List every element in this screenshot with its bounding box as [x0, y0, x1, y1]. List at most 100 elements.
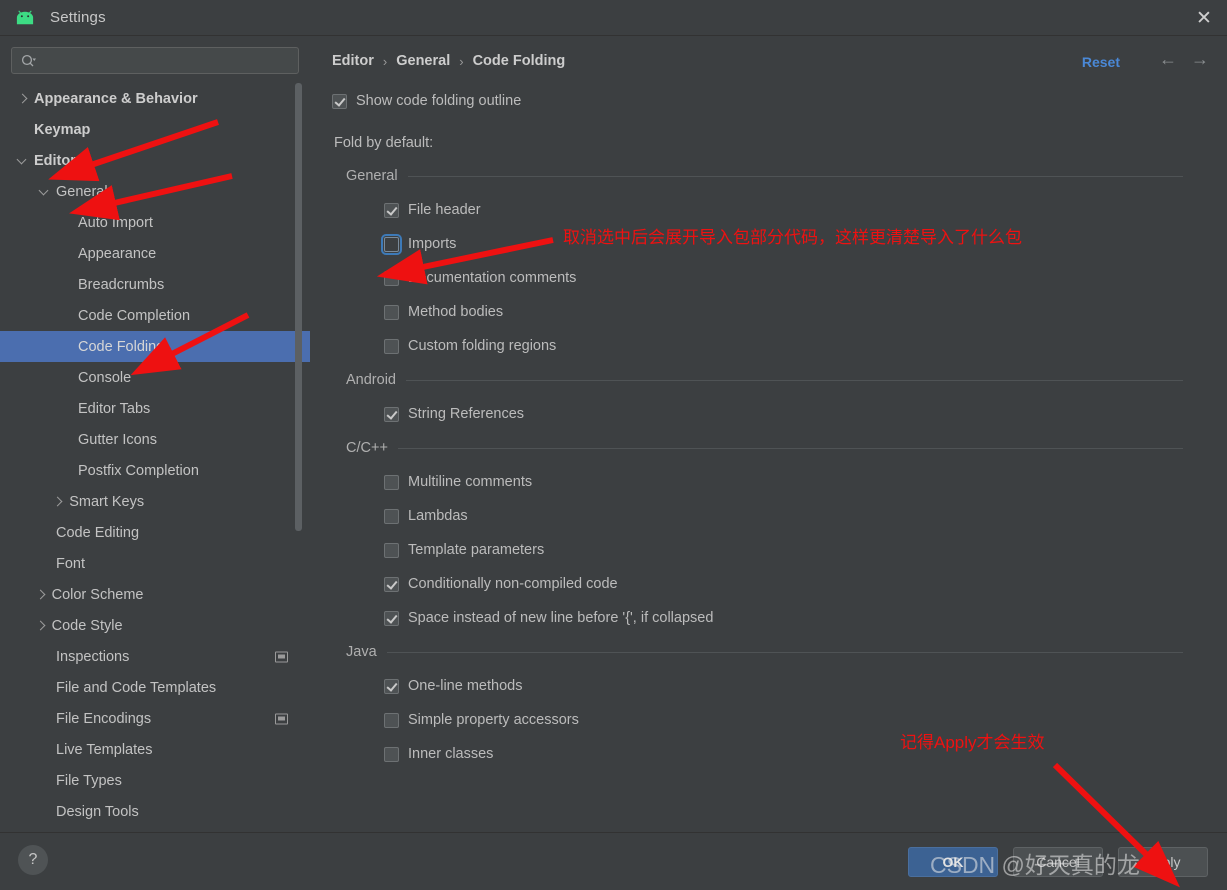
checkbox[interactable]	[384, 474, 399, 490]
group-divider	[407, 175, 1183, 177]
breadcrumb-item[interactable]: Editor	[332, 53, 374, 69]
sidebar-item-code-editing[interactable]: Code Editing	[0, 517, 310, 548]
sidebar-item-code-folding[interactable]: Code Folding	[0, 331, 310, 362]
chevron-right-icon[interactable]	[34, 619, 47, 632]
fold-group-items: One-line methods Simple property accessor…	[346, 665, 1183, 771]
fold-group: Java One-line methods Simple property acce…	[346, 639, 1183, 771]
checkbox-row[interactable]: File header	[384, 193, 1183, 227]
sidebar-item-keymap[interactable]: Keymap	[0, 114, 310, 145]
sidebar-item-design-tools[interactable]: Design Tools	[0, 796, 310, 827]
chevron-down-icon[interactable]	[16, 154, 29, 167]
sidebar-item-editor-tabs[interactable]: Editor Tabs	[0, 393, 310, 424]
sidebar-item-label: Code Completion	[78, 307, 191, 324]
checkbox[interactable]	[384, 508, 399, 524]
close-icon[interactable]: ✕	[1181, 0, 1227, 36]
help-button[interactable]: ?	[18, 845, 48, 875]
sidebar-item-code-style[interactable]: Code Style	[0, 610, 310, 641]
sidebar-item-file-encodings[interactable]: File Encodings	[0, 703, 310, 734]
chevron-right-icon[interactable]	[51, 495, 64, 508]
checkbox-row[interactable]: Simple property accessors	[384, 703, 1183, 737]
sidebar-item-gutter-icons[interactable]: Gutter Icons	[0, 424, 310, 455]
breadcrumb-item[interactable]: Code Folding	[473, 53, 566, 69]
sidebar-item-label: Breadcrumbs	[78, 276, 165, 293]
checkbox[interactable]	[384, 576, 399, 592]
sidebar-item-smart-keys[interactable]: Smart Keys	[0, 486, 310, 517]
sidebar-item-label: Appearance	[78, 245, 157, 262]
search-input[interactable]	[37, 53, 298, 68]
search-wrap	[0, 36, 310, 74]
checkbox-row[interactable]: Space instead of new line before '{', if…	[384, 601, 1183, 635]
sidebar-item-breadcrumbs[interactable]: Breadcrumbs	[0, 269, 310, 300]
sidebar-item-color-scheme[interactable]: Color Scheme	[0, 579, 310, 610]
checkbox[interactable]	[381, 233, 402, 255]
checkbox-row[interactable]: Custom folding regions	[384, 329, 1183, 363]
checkbox-row[interactable]: Conditionally non-compiled code	[384, 567, 1183, 601]
sidebar-item-console[interactable]: Console	[0, 362, 310, 393]
sidebar-item-label: Code Folding	[78, 338, 165, 355]
main-panel: Editor › General › Code Folding Reset ← → Sh…	[310, 36, 1227, 832]
breadcrumb-item[interactable]: General	[396, 53, 450, 69]
checkbox-row[interactable]: Method bodies	[384, 295, 1183, 329]
checkbox-label: Imports	[408, 236, 457, 252]
search-box[interactable]	[11, 47, 299, 74]
forward-arrow-icon[interactable]: →	[1191, 50, 1209, 68]
sidebar-item-general[interactable]: General	[0, 176, 310, 207]
sidebar-scrollbar[interactable]	[295, 83, 302, 531]
checkbox[interactable]	[384, 270, 399, 286]
sidebar-item-font[interactable]: Font	[0, 548, 310, 579]
checkbox[interactable]	[384, 610, 399, 626]
sidebar-item-appearance[interactable]: Appearance	[0, 238, 310, 269]
checkbox[interactable]	[384, 746, 399, 762]
back-arrow-icon[interactable]: ←	[1159, 50, 1177, 68]
checkbox-row[interactable]: One-line methods	[384, 669, 1183, 703]
sidebar-item-live-templates[interactable]: Live Templates	[0, 734, 310, 765]
checkbox[interactable]	[384, 712, 399, 728]
checkbox[interactable]	[384, 406, 399, 422]
breadcrumb-separator: ›	[459, 53, 464, 69]
sidebar-item-label: Appearance & Behavior	[34, 90, 198, 107]
sidebar-item-auto-import[interactable]: Auto Import	[0, 207, 310, 238]
checkbox[interactable]	[384, 304, 399, 320]
reset-link[interactable]: Reset	[1082, 54, 1120, 70]
sidebar-item-postfix-completion[interactable]: Postfix Completion	[0, 455, 310, 486]
chevron-right-icon[interactable]	[16, 92, 29, 105]
checkbox[interactable]	[384, 678, 399, 694]
sidebar-item-label: Postfix Completion	[78, 462, 199, 479]
android-icon	[16, 9, 34, 24]
checkbox-row[interactable]: String References	[384, 397, 1183, 431]
checkbox-row[interactable]: Template parameters	[384, 533, 1183, 567]
checkbox-label: Documentation comments	[408, 270, 577, 286]
checkbox-row[interactable]: Multiline comments	[384, 465, 1183, 499]
checkbox[interactable]	[384, 202, 399, 218]
sidebar-item-appearance-behavior[interactable]: Appearance & Behavior	[0, 83, 310, 114]
show-code-folding-outline-checkbox[interactable]	[332, 93, 347, 109]
checkbox-label: Template parameters	[408, 542, 545, 558]
sidebar-item-file-types[interactable]: File Types	[0, 765, 310, 796]
sidebar-item-inspections[interactable]: Inspections	[0, 641, 310, 672]
fold-group: C/C++ Multiline comments Lambdas Template p…	[346, 435, 1183, 635]
sidebar-item-label: Code Editing	[56, 524, 140, 541]
checkbox[interactable]	[384, 338, 399, 354]
fold-group-items: Multiline comments Lambdas Template parame…	[346, 461, 1183, 635]
checkbox-row[interactable]: Inner classes	[384, 737, 1183, 771]
apply-button[interactable]: Apply	[1118, 847, 1208, 877]
checkbox[interactable]	[384, 542, 399, 558]
chevron-right-icon[interactable]	[34, 588, 47, 601]
ok-button[interactable]: OK	[908, 847, 998, 877]
sidebar-item-file-and-code-templates[interactable]: File and Code Templates	[0, 672, 310, 703]
checkbox-label: File header	[408, 202, 481, 218]
sidebar-item-editor[interactable]: Editor	[0, 145, 310, 176]
sidebar-item-label: Editor	[34, 152, 76, 169]
chevron-down-icon[interactable]	[38, 185, 51, 198]
show-code-folding-outline-row[interactable]: Show code folding outline	[332, 84, 1227, 118]
cancel-button[interactable]: Cancel	[1013, 847, 1103, 877]
checkbox-row[interactable]: Lambdas	[384, 499, 1183, 533]
show-code-folding-outline-label: Show code folding outline	[356, 93, 522, 109]
sidebar-item-code-completion[interactable]: Code Completion	[0, 300, 310, 331]
checkbox-row[interactable]: Documentation comments	[384, 261, 1183, 295]
